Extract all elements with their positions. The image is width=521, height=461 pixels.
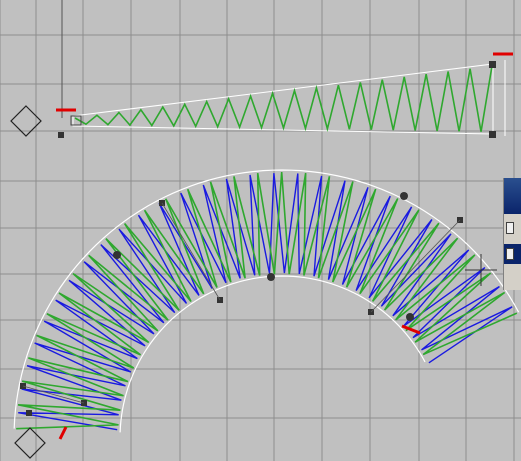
- arc-outer-edge: [13, 169, 520, 429]
- node-point[interactable]: [406, 313, 414, 321]
- node-point[interactable]: [267, 273, 275, 281]
- control-point[interactable]: [58, 132, 64, 138]
- control-point[interactable]: [489, 61, 496, 68]
- stitch-zigzag: [74, 65, 493, 133]
- panel-item[interactable]: [504, 218, 521, 238]
- node-point[interactable]: [113, 251, 121, 259]
- panel-item-selected[interactable]: [504, 244, 521, 264]
- embroidery-design-canvas[interactable]: [0, 0, 521, 461]
- node-point[interactable]: [400, 192, 408, 200]
- panel-item-button[interactable]: [506, 222, 514, 234]
- properties-side-panel[interactable]: [503, 178, 521, 290]
- panel-selected-button[interactable]: [506, 248, 514, 260]
- control-point[interactable]: [489, 131, 496, 138]
- design-canvas-svg[interactable]: [0, 0, 521, 461]
- column-outline: [72, 63, 494, 135]
- control-points[interactable]: [20, 192, 463, 416]
- control-point[interactable]: [26, 410, 32, 416]
- curved-satin-arc[interactable]: [13, 169, 520, 433]
- panel-titlebar[interactable]: [504, 178, 521, 214]
- diamond-anchor-icon[interactable]: [14, 427, 46, 459]
- start-marker: [58, 426, 68, 440]
- straight-taper-column[interactable]: [58, 0, 506, 138]
